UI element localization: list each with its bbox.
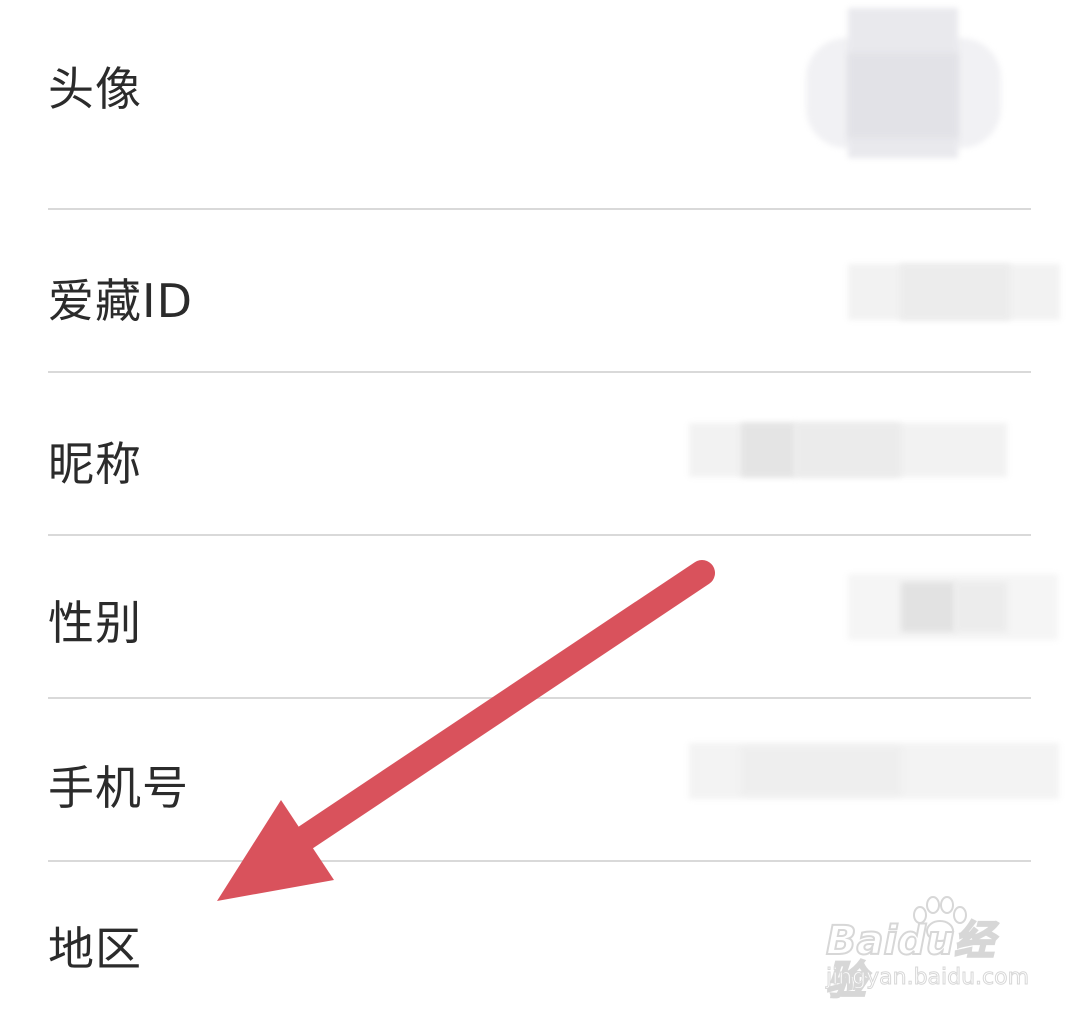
avatar-image[interactable] [798,8,1008,160]
nickname-label: 昵称 [48,437,142,491]
nickname-value-blurred [689,423,1019,477]
profile-row-id[interactable]: 爱藏ID [0,210,1076,372]
gender-label: 性别 [48,596,142,650]
gender-value-blurred [848,574,1058,640]
profile-row-gender[interactable]: 性别 [0,536,1076,698]
profile-row-nickname[interactable]: 昵称 [0,373,1076,535]
profile-row-avatar[interactable]: 头像 [0,0,1076,208]
id-value-blurred [848,264,1060,320]
profile-row-phone[interactable]: 手机号 [0,699,1076,861]
region-label: 地区 [48,922,142,976]
phone-label: 手机号 [48,761,189,815]
baidu-watermark: Baidu经验 jingyan.baidu.com [822,893,1032,1002]
id-label: 爱藏ID [48,274,193,328]
watermark-url: jingyan.baidu.com [825,965,1030,990]
phone-value-blurred [689,743,1059,799]
avatar-label: 头像 [48,62,142,116]
